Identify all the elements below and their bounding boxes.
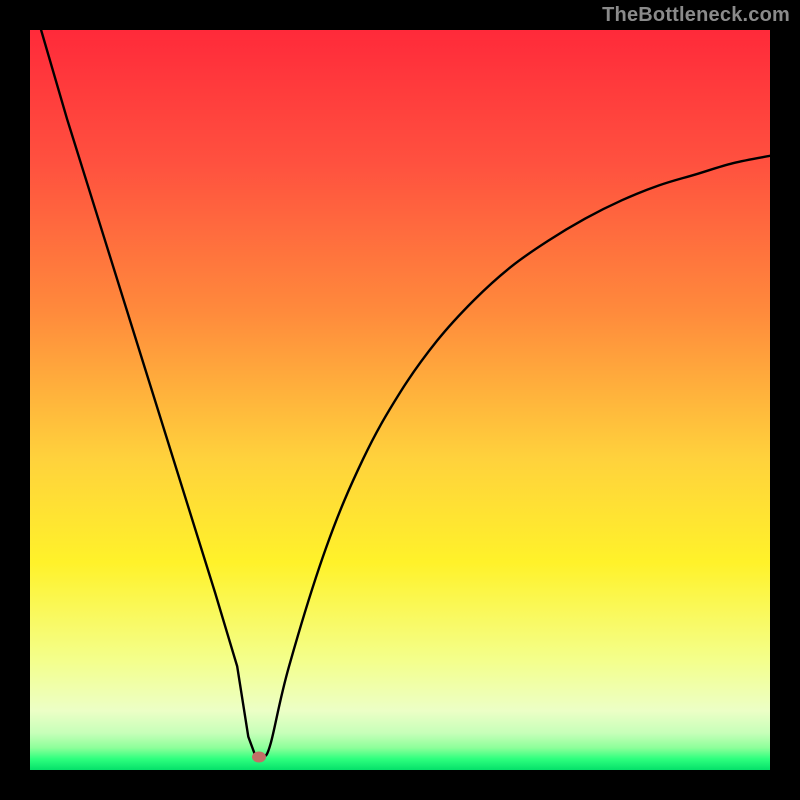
watermark-text: TheBottleneck.com	[602, 4, 790, 27]
optimal-point-marker	[252, 751, 266, 762]
chart-frame: TheBottleneck.com	[0, 0, 800, 800]
background-gradient	[30, 30, 770, 770]
plot-area	[30, 30, 770, 770]
